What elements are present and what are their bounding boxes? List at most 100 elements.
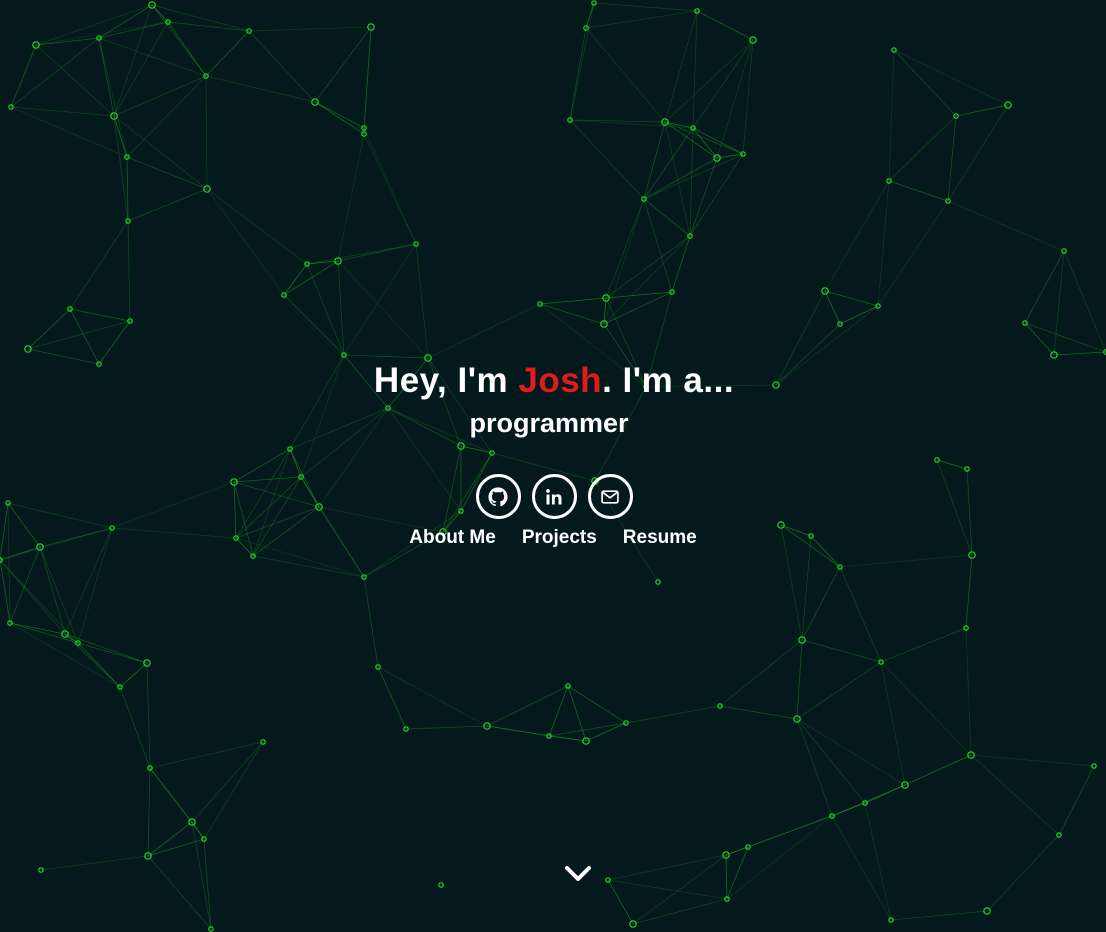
network-line (643, 121, 666, 200)
network-line (692, 127, 744, 155)
email-link[interactable] (587, 474, 633, 519)
network-line (252, 555, 365, 578)
network-line (696, 10, 754, 41)
network-line (888, 49, 895, 182)
network-line (796, 718, 866, 804)
network-line (40, 855, 149, 871)
network-line (864, 802, 892, 921)
network-line (839, 554, 973, 568)
network-line (149, 767, 205, 840)
network-line (692, 127, 718, 159)
network-line (970, 754, 1095, 767)
network-line (880, 661, 972, 756)
scroll-down-button[interactable] (563, 862, 593, 884)
network-line (377, 666, 488, 727)
network-line (77, 642, 121, 688)
network-line (98, 21, 169, 39)
network-line (890, 910, 988, 921)
network-line (880, 661, 906, 786)
network-line (955, 104, 1009, 117)
nav-resume-link[interactable]: Resume (623, 524, 697, 552)
network-line (206, 188, 285, 296)
network-line (126, 156, 208, 190)
network-line (880, 627, 967, 663)
network-line (569, 2, 595, 121)
network-line (824, 180, 890, 292)
linkedin-link[interactable] (531, 474, 577, 519)
network-line (126, 156, 129, 222)
network-line (10, 106, 115, 117)
network-line (796, 718, 833, 817)
network-line (314, 101, 365, 135)
hero-name: Josh (518, 361, 603, 400)
nav-projects-link[interactable]: Projects (522, 524, 597, 552)
network-line (119, 662, 148, 688)
network-line (719, 639, 803, 707)
network-line (283, 294, 345, 356)
network-line (427, 303, 541, 359)
network-line (632, 854, 727, 925)
network-line (877, 180, 890, 307)
network-line (1053, 351, 1106, 356)
network-line (839, 566, 882, 663)
network-line (585, 27, 666, 123)
network-line (548, 735, 587, 742)
network-line (113, 115, 208, 190)
network-line (569, 119, 645, 200)
network-line (607, 879, 634, 925)
network-line (671, 235, 691, 293)
github-link[interactable] (475, 474, 521, 519)
network-line (664, 10, 698, 123)
network-line (27, 320, 131, 350)
network-line (747, 815, 833, 848)
network-line (306, 243, 417, 265)
greeting-prefix: Hey, I'm (373, 361, 519, 400)
network-line (539, 303, 605, 325)
network-line (796, 718, 906, 786)
mail-icon (601, 489, 619, 504)
network-line (205, 75, 316, 103)
network-line (203, 838, 212, 930)
hero-role: programmer (469, 408, 629, 438)
network-line (343, 243, 417, 356)
network-line (149, 741, 264, 769)
network-line (888, 115, 957, 182)
network-line (363, 133, 417, 245)
hero-content: Hey, I'm Josh. I'm a... programmer About… (0, 356, 1106, 552)
network-line (567, 685, 627, 724)
network-line (377, 666, 407, 730)
network-line (151, 4, 250, 32)
network-line (206, 188, 308, 265)
network-line (569, 27, 587, 121)
network-node (438, 882, 444, 888)
network-line (824, 290, 879, 307)
network-line (69, 220, 129, 310)
network-line (314, 101, 365, 129)
network-line (585, 722, 627, 742)
network-line (203, 741, 264, 840)
network-line (337, 133, 365, 262)
network-line (337, 243, 417, 262)
network-line (64, 633, 148, 664)
network-line (205, 75, 208, 190)
network-line (689, 157, 718, 237)
network-line (405, 725, 488, 730)
network-line (726, 815, 833, 900)
network-line (35, 4, 153, 46)
network-line (191, 741, 264, 823)
network-line (605, 235, 691, 299)
network-line (839, 305, 879, 325)
network-line (689, 127, 694, 237)
network-line (893, 49, 1009, 106)
network-line (146, 662, 151, 769)
network-line (725, 854, 728, 900)
nav-about-link[interactable]: About Me (409, 524, 496, 552)
network-line (593, 2, 698, 12)
network-line (98, 37, 207, 77)
network-line (127, 220, 131, 322)
network-line (796, 639, 803, 720)
network-line (970, 754, 1060, 836)
network-line (363, 26, 372, 135)
github-icon (488, 486, 508, 506)
network-line (603, 291, 673, 325)
